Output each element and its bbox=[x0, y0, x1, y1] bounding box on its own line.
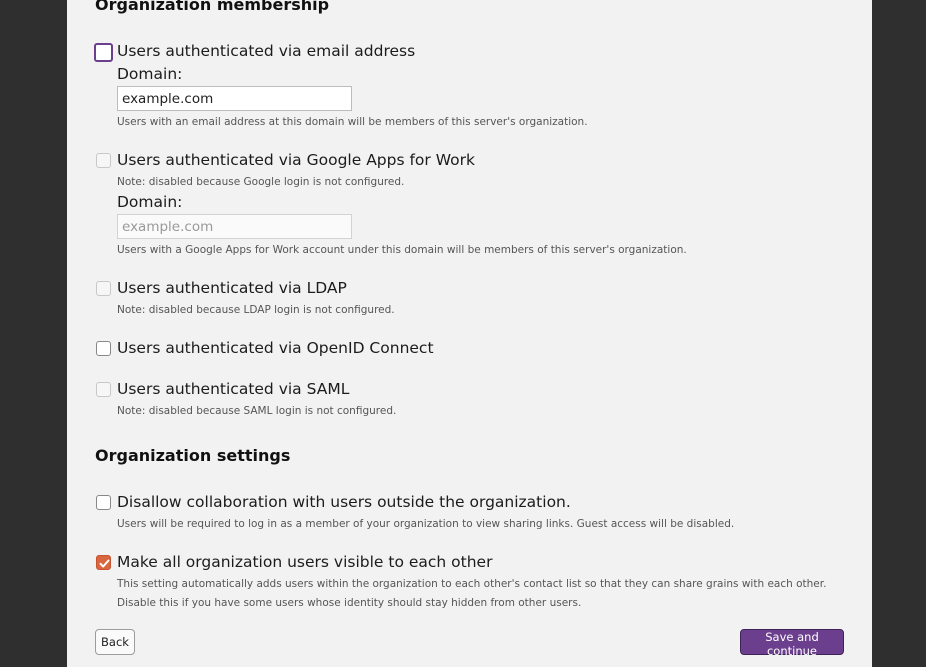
ldap-label: Users authenticated via LDAP bbox=[117, 279, 347, 297]
saml-label: Users authenticated via SAML bbox=[117, 380, 350, 398]
ldap-note: Note: disabled because LDAP login is not… bbox=[117, 304, 395, 316]
saml-checkbox[interactable] bbox=[96, 382, 111, 397]
email-label: Users authenticated via email address bbox=[117, 42, 416, 60]
save-and-continue-button[interactable]: Save and continue bbox=[740, 629, 844, 658]
users-visible-label: Make all organization users visible to e… bbox=[117, 553, 493, 571]
back-button[interactable]: Back bbox=[95, 629, 135, 655]
oidc-checkbox[interactable] bbox=[96, 341, 111, 356]
disallow-collaboration-help: Users will be required to log in as a me… bbox=[117, 518, 735, 530]
membership-heading: Organization membership bbox=[95, 0, 330, 14]
oidc-label: Users authenticated via OpenID Connect bbox=[117, 339, 434, 357]
email-domain-input[interactable] bbox=[117, 86, 352, 111]
google-note: Note: disabled because Google login is n… bbox=[117, 176, 405, 188]
users-visible-help-line2: Disable this if you have some users whos… bbox=[117, 597, 582, 609]
disallow-collaboration-checkbox[interactable] bbox=[96, 495, 111, 510]
email-checkbox[interactable] bbox=[94, 43, 113, 62]
checkmark-icon bbox=[99, 559, 110, 568]
email-help-text: Users with an email address at this doma… bbox=[117, 116, 588, 128]
google-domain-label: Domain: bbox=[117, 193, 183, 211]
email-domain-label: Domain: bbox=[117, 65, 183, 83]
settings-heading: Organization settings bbox=[95, 446, 291, 465]
setup-wizard-panel: Organization membership Users authentica… bbox=[67, 0, 872, 667]
users-visible-checkbox[interactable] bbox=[96, 555, 111, 570]
saml-note: Note: disabled because SAML login is not… bbox=[117, 405, 397, 417]
google-label: Users authenticated via Google Apps for … bbox=[117, 151, 475, 169]
disallow-collaboration-label: Disallow collaboration with users outsid… bbox=[117, 493, 571, 511]
ldap-checkbox[interactable] bbox=[96, 281, 111, 296]
google-checkbox[interactable] bbox=[96, 153, 111, 168]
users-visible-help-line1: This setting automatically adds users wi… bbox=[117, 578, 827, 590]
google-domain-input[interactable] bbox=[117, 214, 352, 239]
google-help-text: Users with a Google Apps for Work accoun… bbox=[117, 244, 687, 256]
